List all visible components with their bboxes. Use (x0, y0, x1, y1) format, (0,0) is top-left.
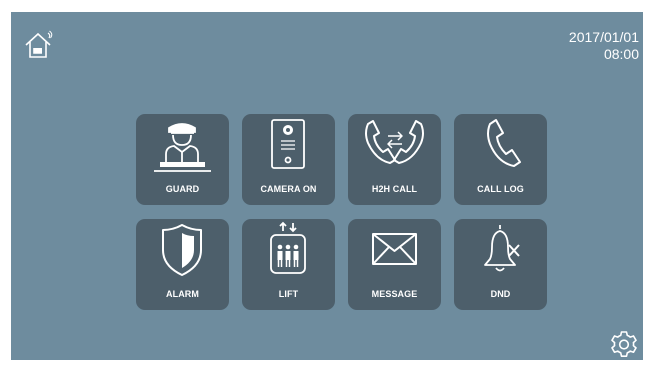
h2h-call-icon (365, 120, 424, 164)
time-text: 08:00 (603, 46, 639, 62)
guard-button[interactable]: GUARD (136, 114, 229, 205)
h2h-call-label: H2H CALL (371, 184, 418, 194)
date-text: 2017/01/01 (568, 29, 639, 45)
datetime: 2017/01/01 08:00 (569, 29, 639, 63)
gear-icon[interactable] (608, 329, 640, 360)
envelope-icon (372, 233, 417, 265)
bell-muted-icon (484, 225, 520, 272)
call-log-button[interactable]: CALL LOG (454, 114, 547, 205)
home-screen: 2017/01/01 08:00 GUARD CAMERA ON H2H CAL… (11, 12, 643, 360)
guard-label: GUARD (165, 184, 200, 194)
camera-on-label: CAMERA ON (260, 184, 317, 194)
guard-icon (154, 123, 211, 172)
message-label: MESSAGE (371, 289, 418, 299)
lift-button[interactable]: LIFT (242, 219, 335, 310)
dnd-label: DND (490, 289, 511, 299)
alarm-label: ALARM (166, 289, 199, 299)
camera-on-button[interactable]: CAMERA ON (242, 114, 335, 205)
call-log-label: CALL LOG (477, 184, 524, 194)
message-button[interactable]: MESSAGE (348, 219, 441, 310)
elevator-icon (270, 221, 306, 274)
home-icon[interactable] (23, 30, 55, 60)
phone-handset-icon (487, 119, 521, 167)
h2h-call-button[interactable]: H2H CALL (348, 114, 441, 205)
door-camera-icon (271, 119, 305, 169)
alarm-button[interactable]: ALARM (136, 219, 229, 310)
shield-icon (162, 224, 202, 276)
lift-label: LIFT (278, 289, 299, 299)
dnd-button[interactable]: DND (454, 219, 547, 310)
